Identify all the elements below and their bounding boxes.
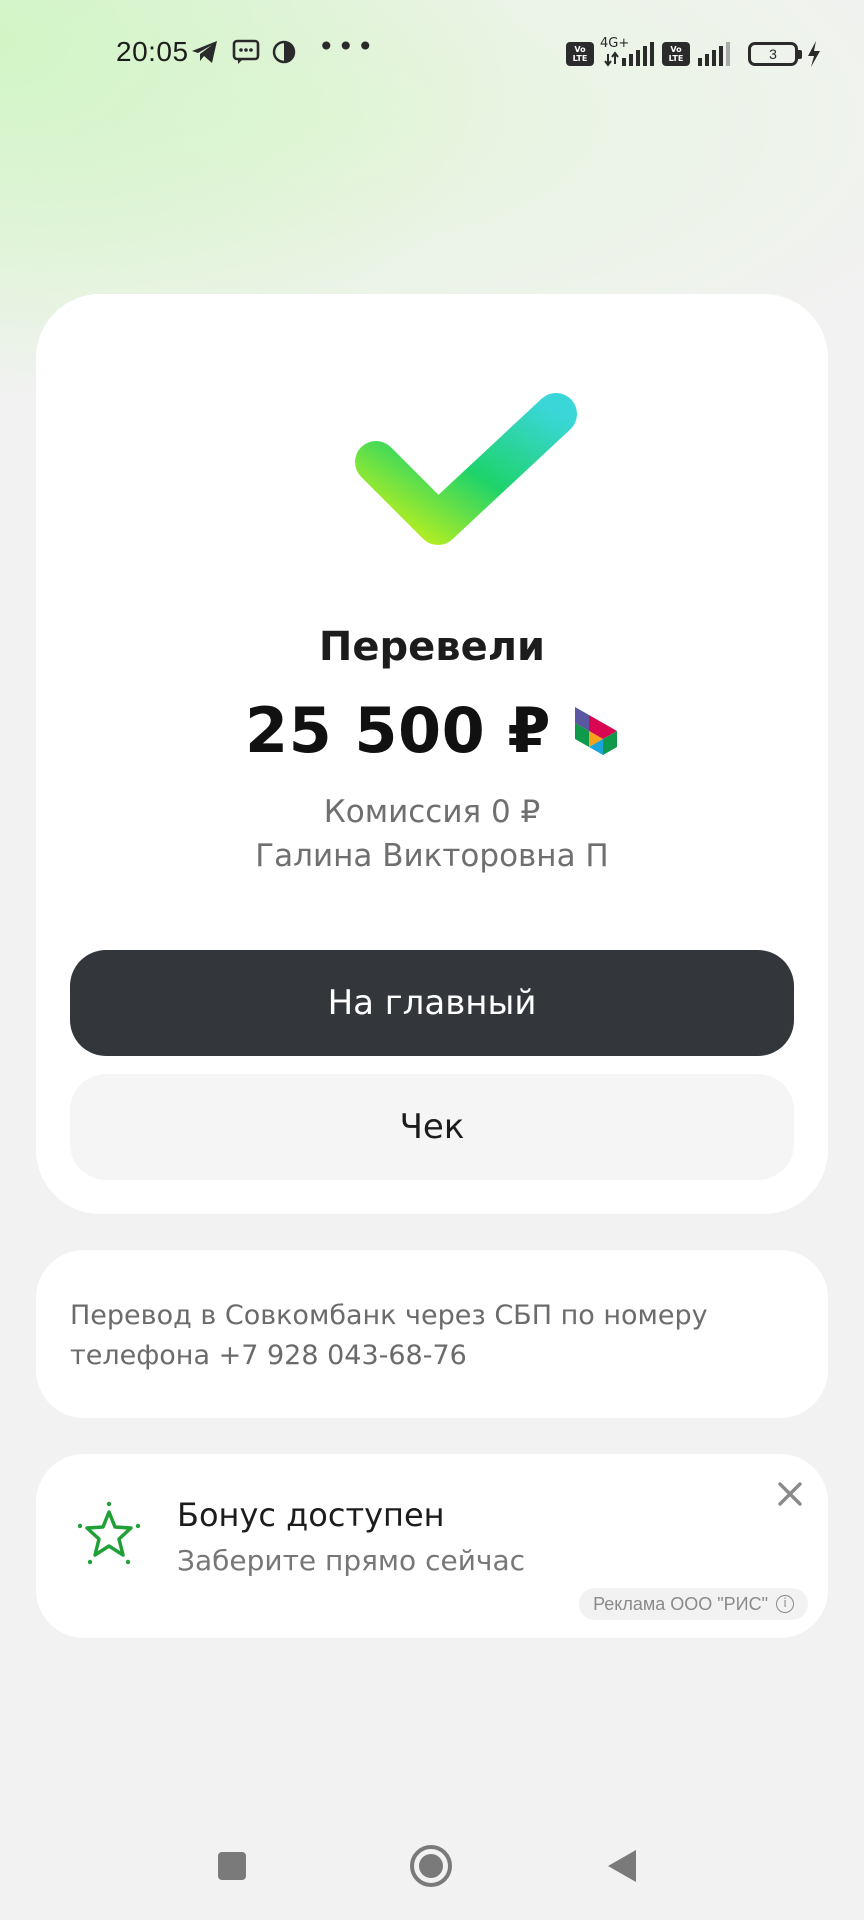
- ad-disclaimer-text: Реклама ООО "РИС": [593, 1593, 768, 1614]
- star-icon: [76, 1500, 142, 1566]
- system-nav-bar: [0, 1820, 864, 1920]
- amount-row: 25 500 ₽: [36, 694, 828, 767]
- recipient-name: Галина Викторовна П: [255, 838, 609, 874]
- transfer-amount: 25 500 ₽: [244, 694, 551, 767]
- success-check-icon: [352, 392, 582, 566]
- home-button[interactable]: На главный: [70, 950, 794, 1056]
- status-time: 20:05: [116, 36, 189, 67]
- volte-icon: Vo LTE: [566, 42, 594, 66]
- result-title: Перевели: [318, 624, 546, 670]
- ad-subtitle: Заберите прямо сейчас: [177, 1544, 526, 1577]
- transfer-info-card: Перевод в Совкомбанк через СБП по номеру…: [36, 1250, 828, 1418]
- close-icon[interactable]: [770, 1474, 810, 1514]
- app-icon: [272, 38, 296, 66]
- bonus-ad-card[interactable]: Бонус доступен Заберите прямо сейчас Рек…: [36, 1454, 828, 1638]
- result-card: Перевели 25 500 ₽ Комиссия 0 ₽ Галина Ви…: [36, 294, 828, 1214]
- message-icon: [232, 38, 260, 66]
- ad-disclaimer[interactable]: Реклама ООО "РИС" i: [579, 1588, 808, 1620]
- signal-icon-2: [696, 40, 736, 68]
- home-nav-button[interactable]: [410, 1845, 452, 1887]
- volte-icon-2: Vo LTE: [662, 42, 690, 66]
- more-dots-icon: •••: [318, 30, 377, 63]
- fee-text: Комиссия 0 ₽: [323, 794, 541, 830]
- transfer-info-text: Перевод в Совкомбанк через СБП по номеру…: [70, 1300, 708, 1371]
- back-button[interactable]: [608, 1850, 636, 1882]
- signal-icon: [604, 40, 656, 68]
- charging-icon: [806, 40, 822, 68]
- ad-title: Бонус доступен: [177, 1496, 445, 1534]
- sbp-logo-icon: [573, 705, 619, 757]
- recents-button[interactable]: [218, 1852, 246, 1880]
- info-icon: i: [776, 1595, 794, 1613]
- receipt-button[interactable]: Чек: [70, 1074, 794, 1180]
- status-bar: 20:05 ••• Vo LTE 4G+ Vo LTE 3: [0, 0, 864, 110]
- battery-icon: 3: [748, 42, 802, 66]
- telegram-icon: [190, 38, 220, 66]
